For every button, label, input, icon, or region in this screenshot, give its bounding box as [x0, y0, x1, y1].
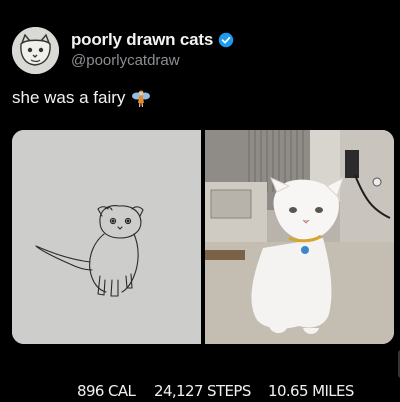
cropped-header-text	[0, 0, 400, 9]
avatar[interactable]	[12, 27, 59, 74]
miles-stat: 10.65 MILES	[268, 382, 354, 400]
author-row: poorly drawn cats	[71, 30, 234, 50]
author-handle[interactable]: @poorlycatdraw	[71, 52, 180, 69]
calories-stat: 896 CAL	[77, 382, 136, 400]
activity-stats-bar: 896 CAL 24,127 STEPS 10.65 MILES	[0, 382, 400, 402]
tweet-text: she was a fairy	[12, 88, 151, 108]
tweet-text-content: she was a fairy	[12, 88, 126, 107]
author-name[interactable]: poorly drawn cats	[71, 30, 213, 50]
cat-drawing-illustration	[12, 130, 201, 344]
verified-badge-icon	[218, 32, 234, 48]
cat-drawing-image[interactable]	[12, 130, 201, 344]
media-gallery[interactable]	[12, 130, 394, 344]
cat-avatar-icon	[12, 27, 59, 74]
steps-stat: 24,127 STEPS	[154, 382, 251, 400]
white-cat-photo-image[interactable]	[205, 130, 394, 344]
fairy-icon	[132, 90, 151, 108]
white-cat-photo	[205, 130, 394, 344]
